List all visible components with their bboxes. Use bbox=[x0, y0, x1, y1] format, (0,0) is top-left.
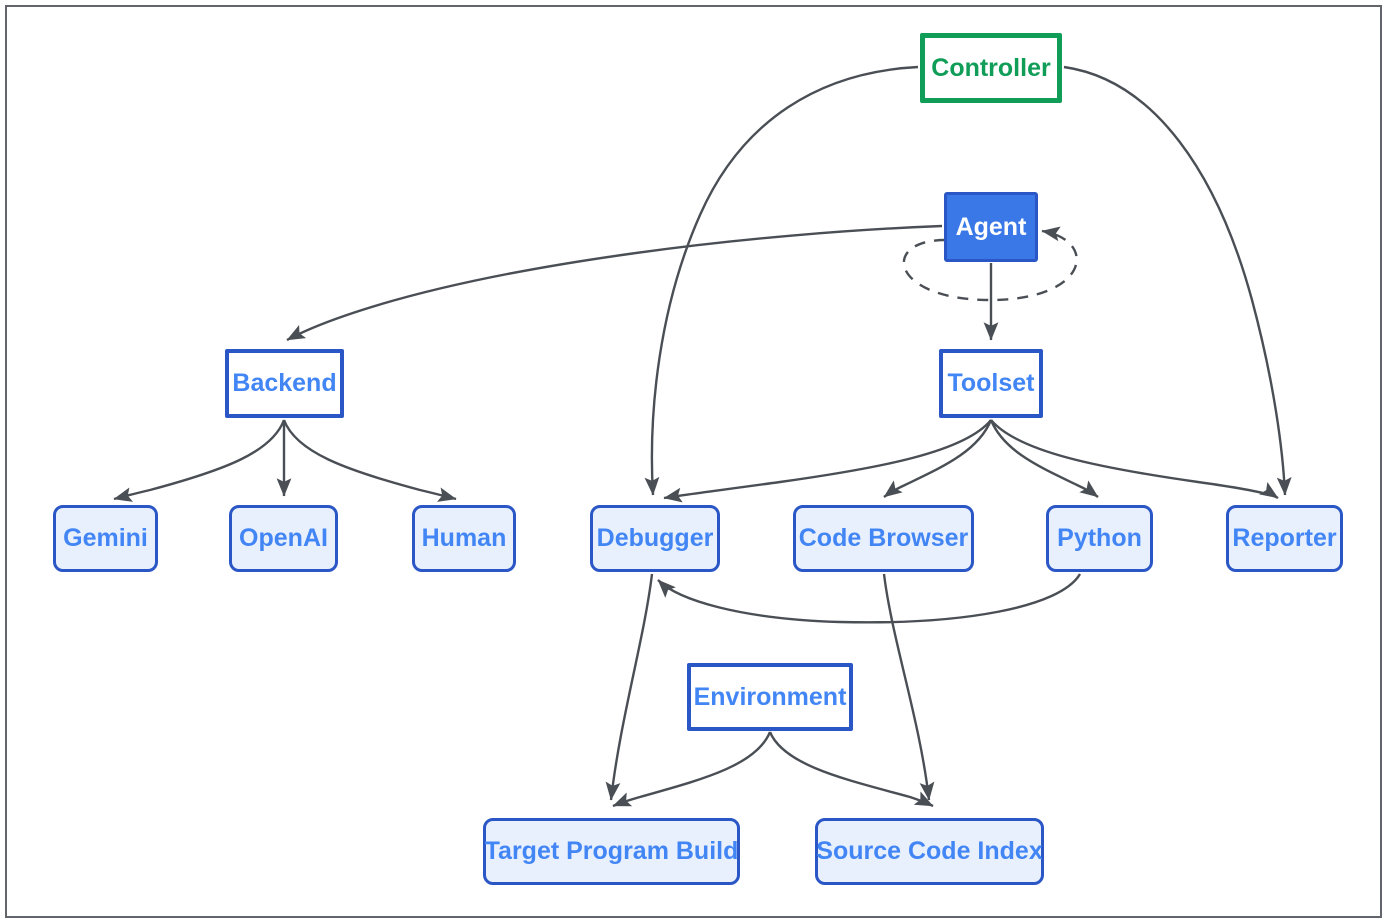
node-environment[interactable]: Environment bbox=[687, 663, 853, 731]
node-python-label: Python bbox=[1057, 524, 1142, 553]
edge-environment-to-targetbuild bbox=[612, 731, 772, 808]
node-openai-label: OpenAI bbox=[239, 524, 328, 553]
edge-backend-to-gemini bbox=[113, 419, 286, 502]
node-target-program-build[interactable]: Target Program Build bbox=[483, 818, 740, 885]
node-agent-label: Agent bbox=[955, 212, 1027, 241]
node-openai[interactable]: OpenAI bbox=[229, 505, 338, 572]
node-python[interactable]: Python bbox=[1046, 505, 1153, 572]
node-backend[interactable]: Backend bbox=[225, 349, 344, 418]
node-gemini[interactable]: Gemini bbox=[53, 505, 158, 572]
node-toolset-label: Toolset bbox=[947, 369, 1035, 398]
edge-toolset-to-reporter bbox=[990, 419, 1279, 500]
diagram-canvas: Controller Agent Backend Toolset Gemini … bbox=[0, 0, 1388, 924]
node-agent[interactable]: Agent bbox=[944, 192, 1038, 262]
node-code-browser-label: Code Browser bbox=[798, 524, 969, 553]
node-source-code-index[interactable]: Source Code Index bbox=[815, 818, 1044, 885]
edge-environment-to-sourceindex bbox=[768, 731, 934, 808]
node-reporter[interactable]: Reporter bbox=[1226, 505, 1343, 572]
edge-codebrowser-to-sourceindex bbox=[882, 573, 935, 801]
edge-python-to-debugger bbox=[657, 573, 1082, 624]
node-backend-label: Backend bbox=[232, 369, 337, 398]
node-gemini-label: Gemini bbox=[63, 524, 148, 553]
edge-toolset-to-python bbox=[989, 419, 1099, 498]
node-source-code-index-label: Source Code Index bbox=[816, 837, 1043, 866]
edge-controller-to-debugger bbox=[644, 65, 919, 496]
edge-layer bbox=[113, 65, 1292, 808]
node-environment-label: Environment bbox=[693, 682, 847, 711]
edge-backend-to-human bbox=[282, 419, 457, 502]
edge-toolset-to-debugger bbox=[663, 419, 992, 503]
edge-controller-to-reporter bbox=[1063, 65, 1292, 496]
node-human[interactable]: Human bbox=[412, 505, 516, 572]
node-target-program-build-label: Target Program Build bbox=[484, 837, 739, 866]
edge-toolset-to-codebrowser bbox=[883, 419, 993, 498]
edge-agent-to-backend bbox=[286, 224, 943, 342]
node-human-label: Human bbox=[421, 524, 507, 553]
node-toolset[interactable]: Toolset bbox=[939, 349, 1043, 418]
node-controller[interactable]: Controller bbox=[920, 33, 1062, 103]
node-code-browser[interactable]: Code Browser bbox=[793, 505, 974, 572]
node-debugger-label: Debugger bbox=[596, 524, 714, 553]
node-controller-label: Controller bbox=[931, 53, 1051, 82]
edge-debugger-to-targetbuild bbox=[605, 573, 654, 801]
node-reporter-label: Reporter bbox=[1232, 524, 1337, 553]
node-debugger[interactable]: Debugger bbox=[590, 505, 720, 572]
